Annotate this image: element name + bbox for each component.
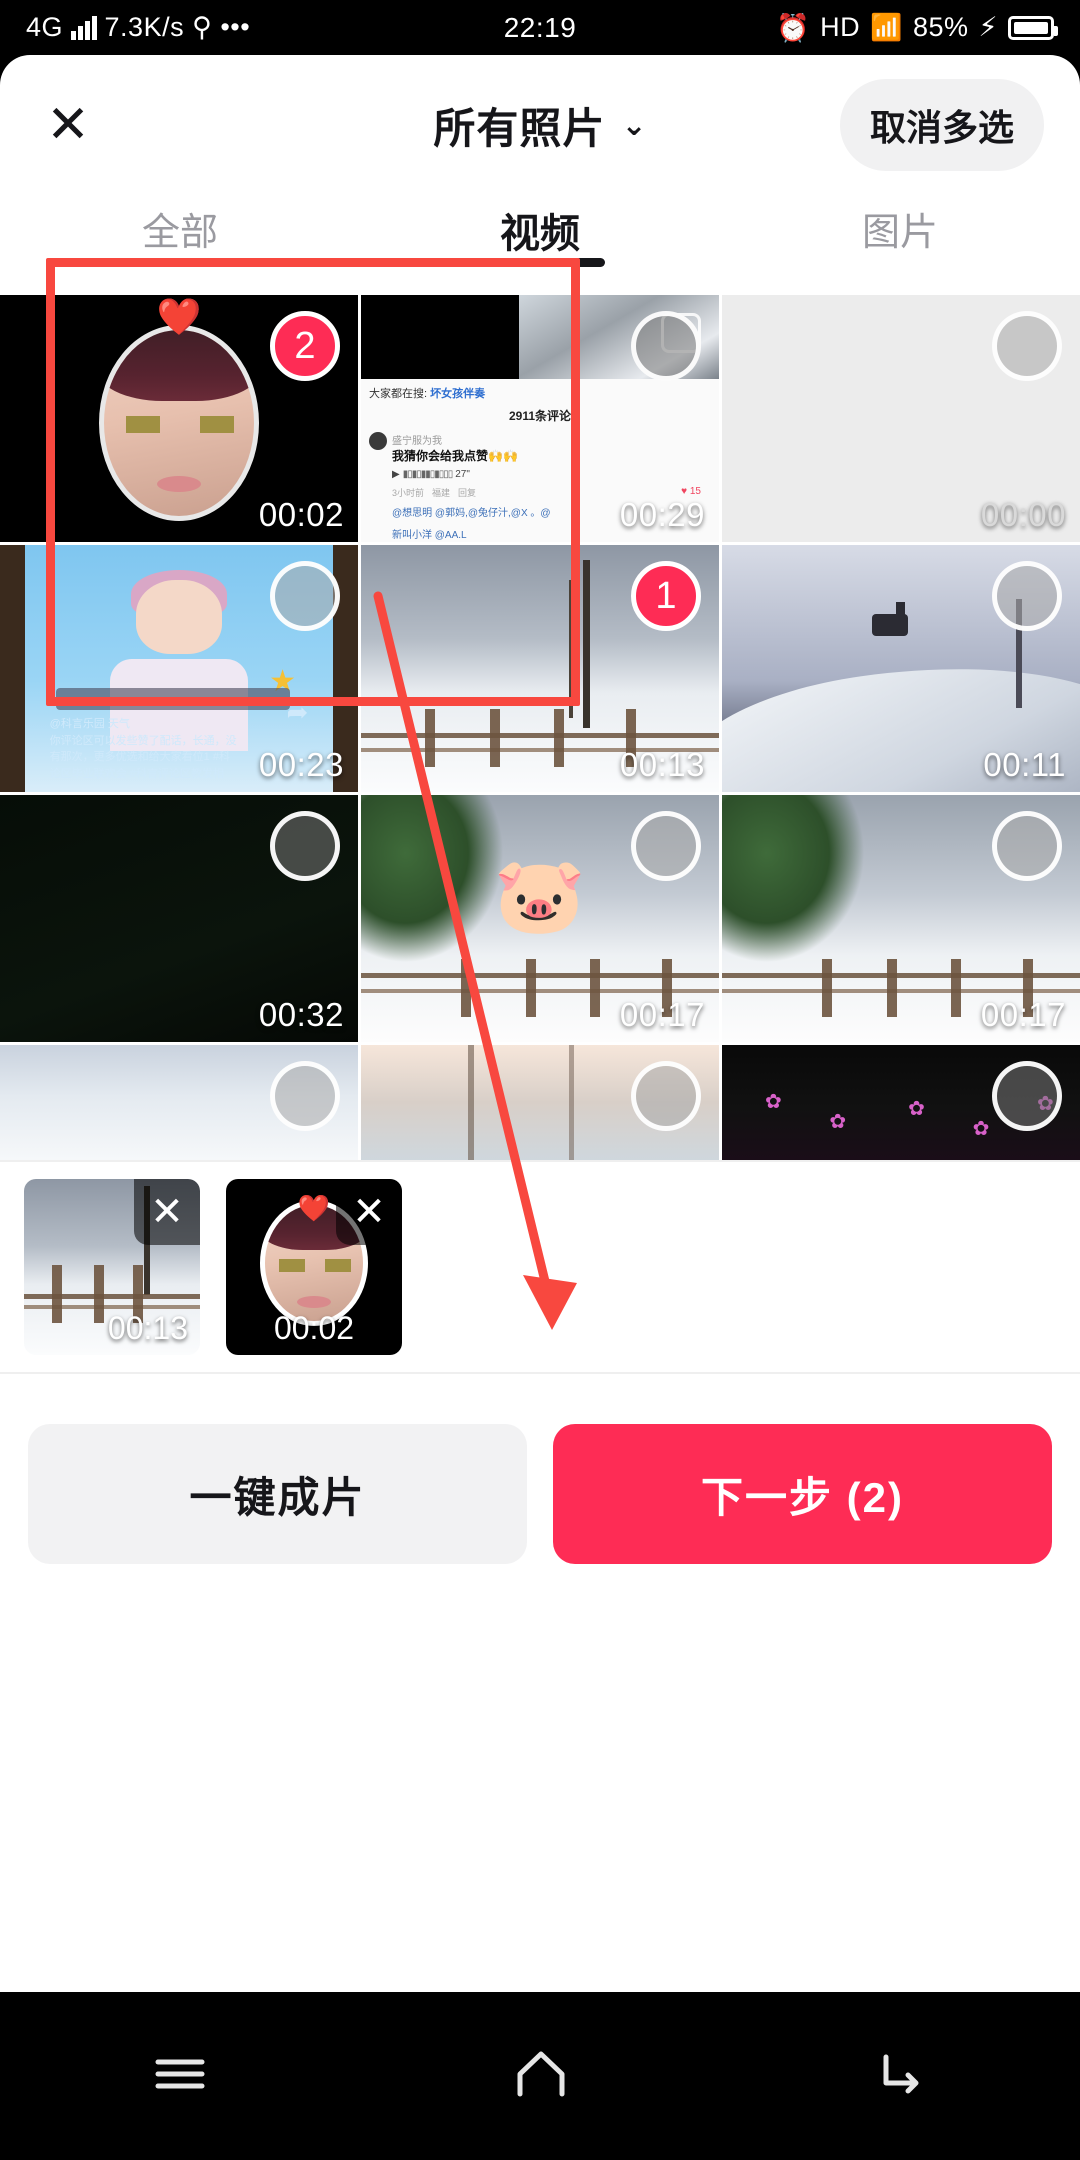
cancel-multiselect-button[interactable]: 取消多选 [839, 79, 1044, 171]
duration-label: 00:23 [258, 746, 344, 783]
grid-item[interactable]: 1 00:13 [361, 545, 719, 792]
play-icon: ▶ [392, 468, 400, 480]
comment-headline-link: 坏女孩伴奏 [430, 387, 486, 400]
duration-label: 00:13 [107, 1310, 188, 1346]
hd-label: HD [820, 12, 861, 42]
comment-count-label: 2911条评论 [508, 408, 572, 423]
duration-label: 00:32 [258, 996, 344, 1033]
close-icon[interactable]: ✕ [36, 93, 100, 157]
media-picker-sheet: ✕ 所有照片 ⌄ 取消多选 全部 视频 图片 ❤️ 2 00:02 大家都在搜:… [0, 55, 1080, 1992]
comment-time: 3小时前 [392, 487, 425, 498]
thumbnail-art-figure [872, 602, 909, 637]
grid-item[interactable]: 00:32 [0, 795, 358, 1042]
waveform-icon: ▮▯▮▯▮▮▯▮▯▯▯ [402, 468, 454, 480]
comment-username: 盛宁服为我 [392, 435, 442, 447]
audio-player: ▶ ▮▯▮▯▮▮▯▮▯▯▯ 27" [392, 469, 470, 480]
status-bar: 4G 7.3K/s ⚲ ••• 22:19 ⏰ HD 📶 85% ⚡ [0, 0, 1080, 55]
thumbnail-art-face [99, 325, 259, 522]
audio-duration-label: 27" [455, 468, 470, 480]
status-bar-left: 4G 7.3K/s ⚲ ••• [26, 12, 250, 43]
remove-selected-icon[interactable]: ✕ [134, 1179, 200, 1245]
duration-label: 00:00 [980, 496, 1066, 533]
selection-circle[interactable] [992, 811, 1062, 881]
grid-item[interactable]: ✿ ✿ ✿ ✿ ✿ [722, 1045, 1080, 1160]
selection-circle[interactable] [992, 311, 1062, 381]
selection-circle[interactable] [992, 1061, 1062, 1131]
pig-sticker-icon: 🐷 [493, 854, 587, 938]
next-step-button[interactable]: 下一步 (2) [553, 1424, 1052, 1564]
tray-item[interactable]: ✕ 00:13 [24, 1179, 200, 1355]
grid-item[interactable]: ★ ➦ @科言乐园 天气 你评论区可以发些赞了配话，长通，没 有那次，更多优选和… [0, 545, 358, 792]
comment-text: 我猜你会给我点赞🙌🙌 [392, 448, 518, 463]
selection-badge[interactable]: 2 [270, 311, 340, 381]
duration-label: 00:02 [258, 496, 344, 533]
auto-create-button[interactable]: 一键成片 [28, 1424, 527, 1564]
menu-icon[interactable] [152, 2054, 208, 2099]
tab-video[interactable]: 视频 [360, 195, 720, 267]
cartoon-line-1: @科言乐园 天气 [49, 718, 130, 731]
remove-selected-icon[interactable]: ✕ [336, 1179, 402, 1245]
chevron-down-icon[interactable]: ⌄ [621, 108, 646, 143]
grid-item[interactable]: 🐷 00:17 [361, 795, 719, 1042]
duration-label: 00:17 [980, 996, 1066, 1033]
network-type-label: 4G [26, 12, 64, 42]
tab-image[interactable]: 图片 [720, 195, 1080, 256]
comment-headline-prefix: 大家都在搜: [369, 387, 428, 400]
bottom-action-bar: 一键成片 下一步 (2) [0, 1374, 1080, 1614]
selection-circle[interactable] [631, 311, 701, 381]
selection-badge[interactable]: 1 [631, 561, 701, 631]
heart-sticker-icon: ❤️ [156, 296, 202, 337]
selection-circle[interactable] [270, 811, 340, 881]
network-speed-label: 7.3K/s [104, 12, 185, 42]
battery-percent-label: 85% [912, 12, 969, 42]
duration-label: 00:02 [273, 1310, 355, 1346]
tray-item[interactable]: ❤️ ✕ 00:02 [226, 1179, 402, 1355]
duration-label: 00:29 [619, 496, 705, 533]
selection-circle[interactable] [270, 1061, 340, 1131]
grid-item[interactable]: 00:11 [722, 545, 1080, 792]
selection-circle[interactable] [270, 561, 340, 631]
comment-location: 福建 [432, 487, 451, 498]
grid-item[interactable]: 大家都在搜: 坏女孩伴奏 2911条评论 盛宁服为我 我猜你会给我点赞🙌🙌 ▶ … [361, 295, 719, 542]
tab-all[interactable]: 全部 [0, 195, 360, 256]
comment-reply-link: 回复 [458, 487, 477, 498]
tab-image-label: 图片 [861, 212, 938, 254]
bolt-icon: ⚡ [978, 12, 998, 42]
usb-icon: ⚲ [192, 12, 213, 42]
system-nav-bar [0, 1992, 1080, 2160]
duration-label: 00:13 [619, 746, 705, 783]
battery-icon [1008, 15, 1058, 40]
wifi-icon: 📶 [870, 12, 903, 42]
status-bar-right: ⏰ HD 📶 85% ⚡ [775, 12, 1058, 44]
selection-circle[interactable] [631, 811, 701, 881]
alarm-icon: ⏰ [775, 12, 811, 43]
duration-label: 00:17 [619, 996, 705, 1033]
duration-label: 00:11 [983, 746, 1066, 783]
grid-item[interactable] [0, 1045, 358, 1160]
avatar [369, 431, 387, 450]
media-type-tabs: 全部 视频 图片 [0, 195, 1080, 295]
tab-active-underline [475, 258, 605, 267]
tab-all-label: 全部 [141, 212, 218, 254]
grid-item[interactable]: 00:00 [722, 295, 1080, 542]
signal-bars-icon [71, 15, 97, 40]
selection-circle[interactable] [992, 561, 1062, 631]
grid-item[interactable]: 00:17 [722, 795, 1080, 1042]
selection-circle[interactable] [631, 1061, 701, 1131]
heart-sticker-icon: ❤️ [297, 1193, 331, 1223]
grid-item[interactable] [361, 1045, 719, 1160]
media-grid: ❤️ 2 00:02 大家都在搜: 坏女孩伴奏 2911条评论 盛宁服为我 我猜… [0, 295, 1080, 1160]
picker-header: ✕ 所有照片 ⌄ 取消多选 [0, 55, 1080, 195]
selected-media-tray: ✕ 00:13 ❤️ ✕ 00:02 [0, 1162, 1080, 1372]
tab-video-label: 视频 [500, 212, 580, 256]
back-icon[interactable] [874, 2049, 928, 2104]
more-dots-icon: ••• [220, 12, 251, 42]
grid-item[interactable]: ❤️ 2 00:02 [0, 295, 358, 542]
page-title: 所有照片 [433, 104, 606, 152]
home-icon[interactable] [512, 2048, 570, 2105]
